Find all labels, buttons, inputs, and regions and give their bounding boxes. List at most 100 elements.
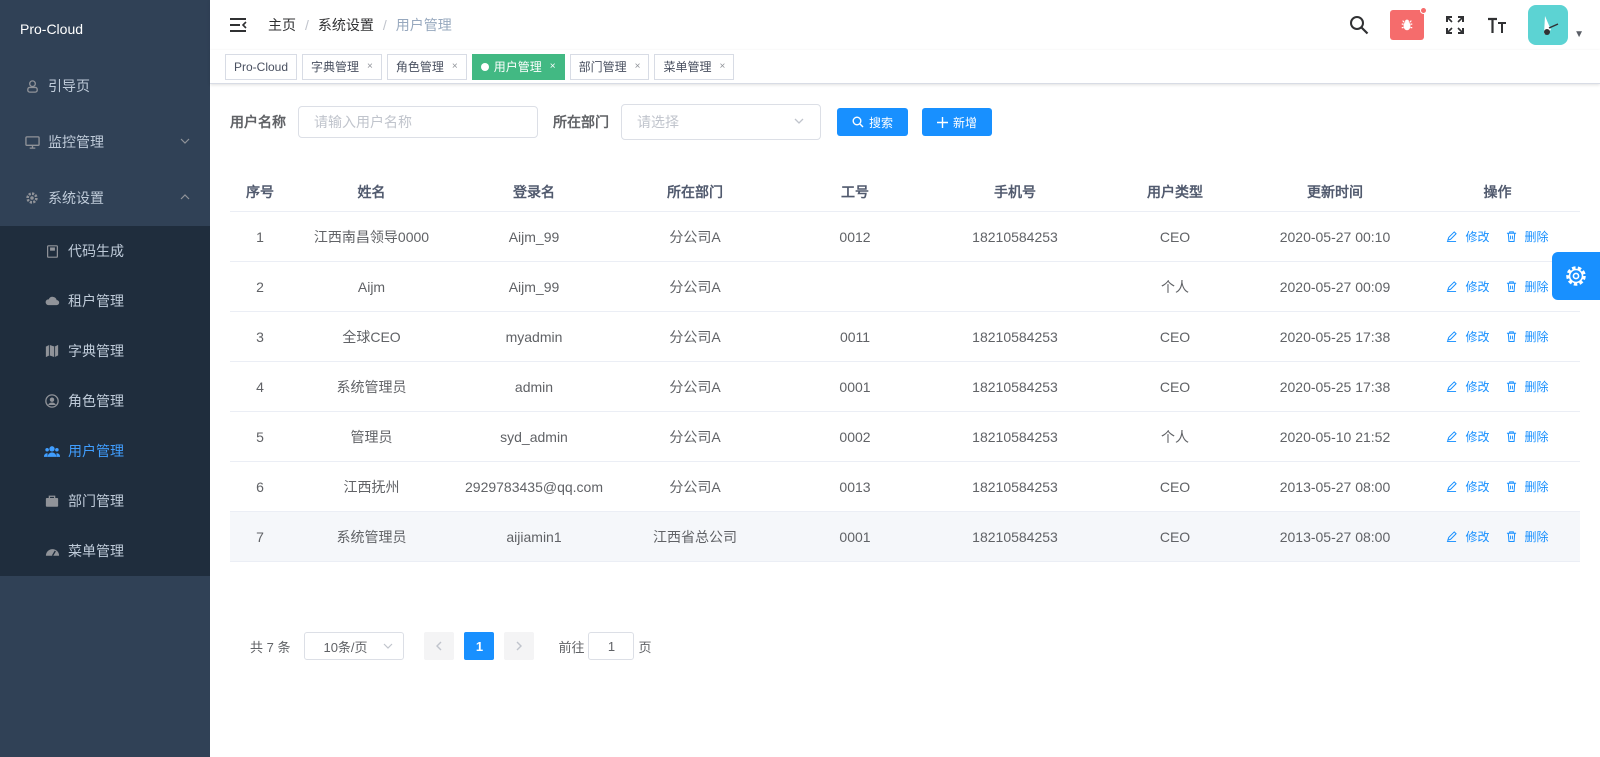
delete-button[interactable]: 删除 [1506, 428, 1549, 445]
edit-icon [1446, 431, 1461, 442]
search-icon[interactable] [1348, 14, 1370, 36]
edit-label: 修改 [1465, 230, 1490, 244]
edit-button[interactable]: 修改 [1446, 278, 1490, 295]
table-row[interactable]: 5 管理员 syd_admin 分公司A 0002 18210584253 个人 2020-0… [230, 412, 1580, 462]
chevron-down-icon [793, 114, 805, 130]
breadcrumb-separator: / [305, 17, 309, 33]
fullscreen-icon[interactable] [1444, 14, 1466, 36]
edit-icon [1446, 331, 1461, 342]
delete-button[interactable]: 删除 [1506, 378, 1549, 395]
app-logo-title[interactable]: Pro-Cloud [0, 0, 210, 58]
sidebar-item-label: 用户管理 [68, 443, 124, 459]
table-cell: 7 [256, 528, 264, 545]
edit-button[interactable]: 修改 [1446, 428, 1490, 445]
breadcrumb-system[interactable]: 系统设置 [318, 15, 374, 35]
add-button[interactable]: 新增 [922, 108, 993, 136]
table-cell: 0013 [839, 478, 871, 495]
prev-page-button[interactable] [424, 632, 455, 660]
edit-icon [1446, 231, 1461, 242]
edit-button[interactable]: 修改 [1446, 478, 1490, 495]
delete-button[interactable]: 删除 [1506, 328, 1549, 345]
sidebar-item-guide[interactable]: 引导页 [0, 58, 210, 114]
close-icon[interactable]: × [452, 55, 458, 79]
plus-icon [937, 116, 949, 128]
table-row[interactable]: 4 系统管理员 admin 分公司A 0001 18210584253 CEO 2020-05… [230, 362, 1580, 412]
table-row[interactable]: 6 江西抚州 2929783435@qq.com 分公司A 0013 1821058425… [230, 462, 1580, 512]
delete-icon [1506, 381, 1521, 392]
table-cell: 2020-05-25 17:38 [1279, 328, 1391, 345]
delete-icon [1506, 431, 1521, 442]
font-size-icon[interactable] [1486, 14, 1508, 36]
avatar[interactable] [1528, 5, 1569, 45]
tag-dict[interactable]: 字典管理 × [302, 53, 382, 80]
sidebar-item-monitor[interactable]: 监控管理 [0, 114, 210, 170]
settings-button[interactable] [1552, 252, 1600, 300]
table-cell: 2929783435@qq.com [465, 478, 603, 495]
table-cell: 18210584253 [972, 328, 1058, 345]
column-header: 登录名 [453, 172, 615, 211]
edit-button[interactable]: 修改 [1446, 378, 1490, 395]
edit-button[interactable]: 修改 [1446, 328, 1490, 345]
breadcrumb-home[interactable]: 主页 [268, 15, 296, 35]
table-cell: CEO [1159, 378, 1191, 395]
table-cell: 0002 [839, 428, 871, 445]
tag-menu[interactable]: 菜单管理 × [654, 53, 735, 80]
delete-button[interactable]: 删除 [1506, 278, 1549, 295]
table-cell: 江西南昌领导0000 [313, 228, 430, 245]
edit-label: 修改 [1465, 430, 1490, 444]
page-size-select[interactable]: 10条/页 [304, 632, 405, 660]
tag-label: 角色管理 [395, 59, 444, 74]
tag-pro-cloud[interactable]: Pro-Cloud [225, 53, 298, 80]
table-cell: 2020-05-25 17:38 [1279, 378, 1391, 395]
briefcase-icon [44, 493, 60, 509]
page-number-button[interactable]: 1 [464, 632, 495, 660]
caret-down-icon[interactable]: ▼ [1574, 29, 1584, 40]
close-icon[interactable]: × [550, 55, 556, 79]
close-icon[interactable]: × [635, 55, 641, 79]
delete-button[interactable]: 删除 [1506, 478, 1549, 495]
pagination: 共 7 条 10条/页 1 前往 1 页 [250, 632, 652, 660]
hamburger-icon[interactable] [226, 13, 250, 37]
page-jump-input[interactable]: 1 [588, 632, 635, 660]
column-header: 手机号 [935, 172, 1095, 211]
username-input[interactable]: 请输入用户名称 [298, 106, 538, 138]
main-content: 用户名称 请输入用户名称 所在部门 请选择 搜索 新增 序号 姓名 登录名 所在… [210, 84, 1600, 757]
tag-dept[interactable]: 部门管理 × [569, 53, 650, 80]
sidebar-item-role[interactable]: 角色管理 [0, 376, 210, 426]
sidebar-item-dict[interactable]: 字典管理 [0, 326, 210, 376]
tag-label: 部门管理 [578, 59, 627, 74]
sidebar-item-system[interactable]: 系统设置 [0, 170, 210, 226]
table-cell: 管理员 [350, 428, 393, 445]
dept-select[interactable]: 请选择 [621, 104, 821, 140]
error-log-button[interactable] [1390, 7, 1428, 40]
delete-button[interactable]: 删除 [1506, 528, 1549, 545]
sidebar-item-menu[interactable]: 菜单管理 [0, 526, 210, 576]
sidebar-item-user[interactable]: 用户管理 [0, 426, 210, 476]
column-header: 所在部门 [615, 172, 775, 211]
table-row[interactable]: 2 Aijm Aijm_99 分公司A 个人 2020-05-27 00:09 修改 删除 [230, 262, 1580, 312]
table-cell: aijiamin1 [506, 528, 562, 545]
sidebar-item-codegen[interactable]: 代码生成 [0, 226, 210, 276]
close-icon[interactable]: × [367, 55, 373, 79]
edit-button[interactable]: 修改 [1446, 528, 1490, 545]
sidebar-item-tenant[interactable]: 租户管理 [0, 276, 210, 326]
next-page-button[interactable] [504, 632, 535, 660]
search-button[interactable]: 搜索 [837, 108, 909, 136]
tag-role[interactable]: 角色管理 × [386, 53, 467, 80]
table-cell: 2013-05-27 08:00 [1279, 478, 1391, 495]
tag-user[interactable]: 用户管理 × [471, 53, 565, 80]
table-row[interactable]: 1 江西南昌领导0000 Aijm_99 分公司A 0012 18210584253 CEO… [230, 212, 1580, 262]
right-menu: ▼ [1338, 0, 1584, 50]
chevron-left-icon [436, 641, 442, 651]
table-row[interactable]: 3 全球CEO myadmin 分公司A 0011 18210584253 CEO 2020-… [230, 312, 1580, 362]
jump-prefix: 前往 [558, 639, 585, 655]
sidebar-item-label: 代码生成 [68, 243, 124, 259]
edit-button[interactable]: 修改 [1446, 228, 1490, 245]
close-icon[interactable]: × [719, 55, 725, 79]
table-row[interactable]: 7 系统管理员 aijiamin1 江西省总公司 0001 18210584253 CEO 2… [230, 512, 1580, 562]
sidebar-item-dept[interactable]: 部门管理 [0, 476, 210, 526]
table-cell: CEO [1159, 478, 1191, 495]
table-cell: 0012 [839, 228, 871, 245]
actions-cell: 修改 删除 [1415, 512, 1580, 561]
delete-button[interactable]: 删除 [1506, 228, 1549, 245]
